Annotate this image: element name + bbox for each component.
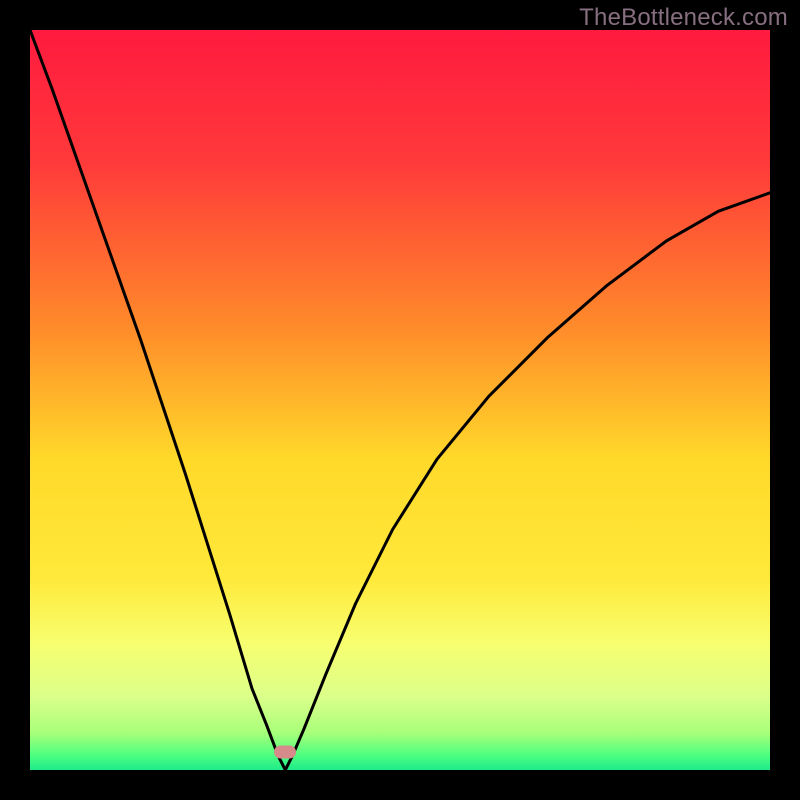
chart-frame: TheBottleneck.com: [0, 0, 800, 800]
optimal-marker: [274, 745, 296, 758]
bottleneck-curve: [30, 30, 770, 770]
watermark-text: TheBottleneck.com: [579, 4, 788, 32]
plot-area: [30, 30, 770, 770]
